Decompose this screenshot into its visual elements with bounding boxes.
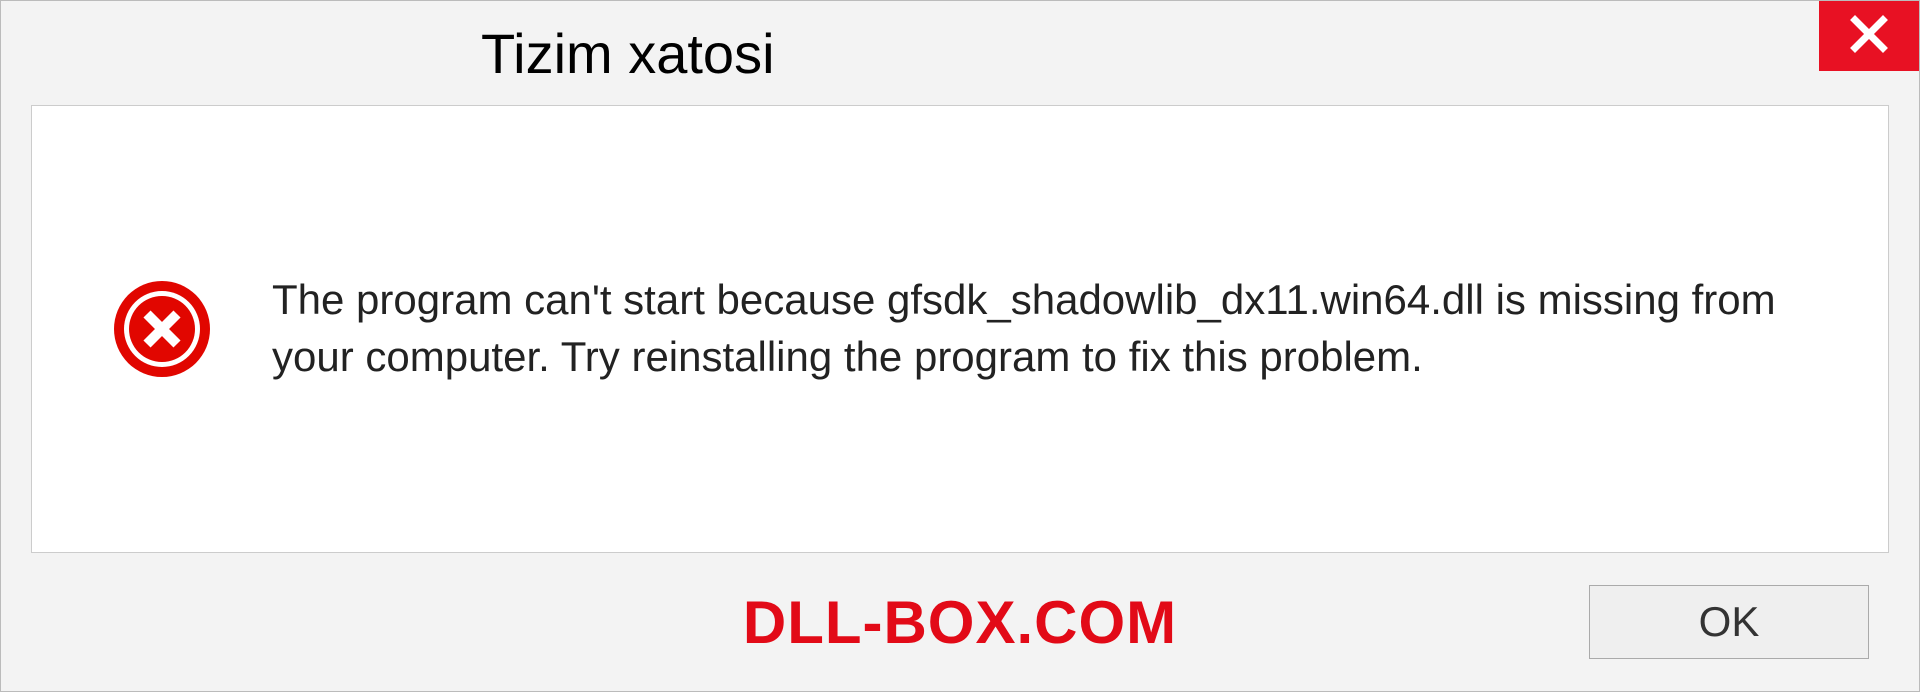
dialog-title: Tizim xatosi (481, 21, 775, 86)
close-icon (1848, 13, 1890, 60)
titlebar: Tizim xatosi (1, 1, 1919, 105)
dialog-footer: DLL-BOX.COM OK (1, 571, 1919, 691)
ok-button[interactable]: OK (1589, 585, 1869, 659)
dialog-content: The program can't start because gfsdk_sh… (31, 105, 1889, 553)
error-circle-x-icon (112, 279, 212, 379)
close-button[interactable] (1819, 1, 1919, 71)
error-dialog: Tizim xatosi The program can't start bec… (0, 0, 1920, 692)
error-message: The program can't start because gfsdk_sh… (272, 272, 1808, 385)
watermark-text: DLL-BOX.COM (743, 588, 1177, 657)
